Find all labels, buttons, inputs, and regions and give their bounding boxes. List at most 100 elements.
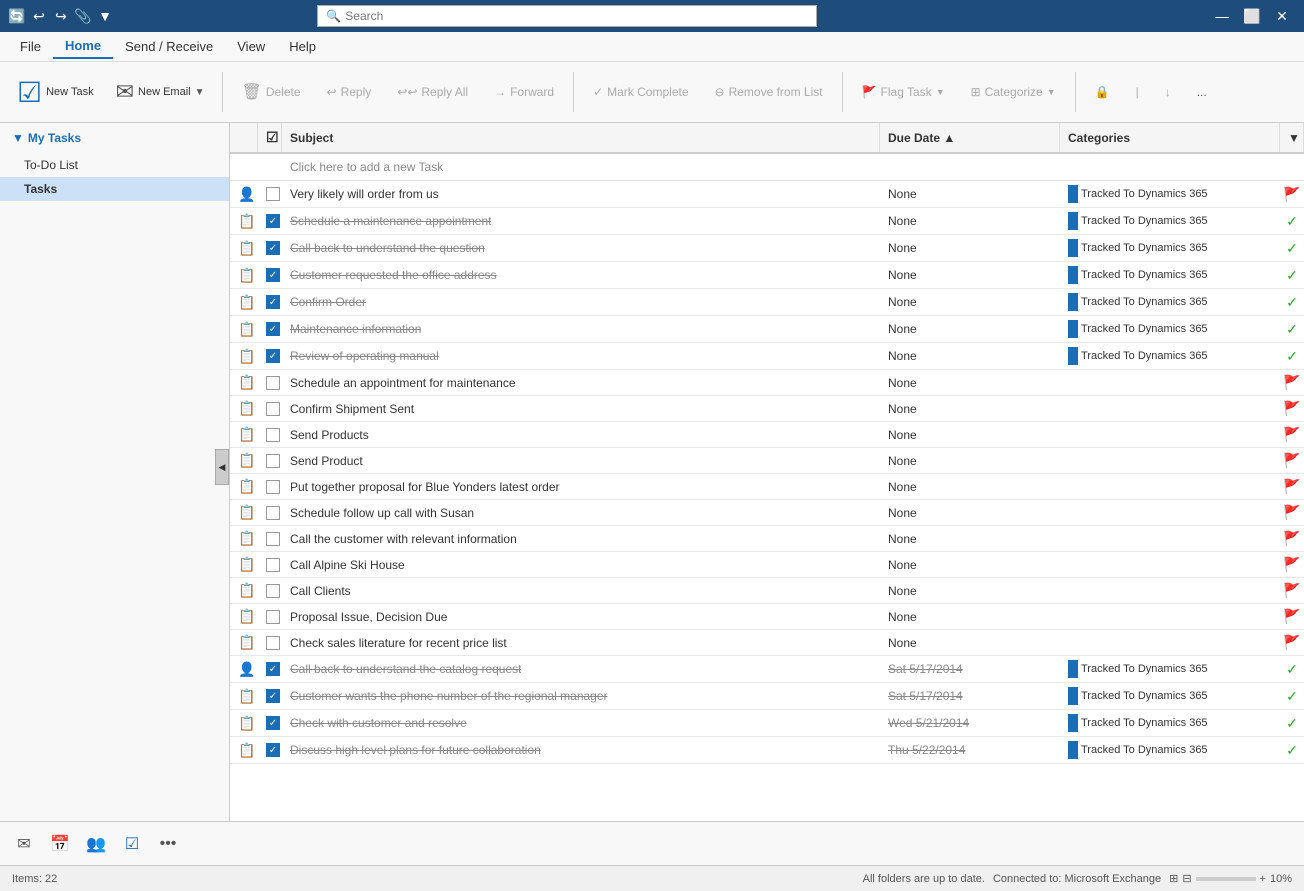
task-checkbox-cell[interactable] [258, 372, 282, 394]
task-row[interactable]: 📋 Proposal Issue, Decision Due None 🚩 [230, 604, 1304, 630]
task-checkbox-cell[interactable] [258, 554, 282, 576]
task-flag-cell[interactable]: 🚩 [1280, 526, 1304, 551]
task-flag-cell[interactable]: ✓ [1280, 738, 1304, 763]
th-subject[interactable]: Subject [282, 123, 880, 152]
task-flag-cell[interactable]: 🚩 [1280, 396, 1304, 421]
task-checkbox-cell[interactable]: ✓ [258, 264, 282, 286]
menu-help[interactable]: Help [277, 35, 328, 58]
task-subject-cell[interactable]: Very likely will order from us [282, 183, 880, 205]
lock-button[interactable]: 🔒 [1084, 78, 1121, 106]
task-subject-cell[interactable]: Call back to understand the question [282, 237, 880, 259]
task-checkbox-cell[interactable] [258, 502, 282, 524]
task-flag-cell[interactable]: ✓ [1280, 684, 1304, 709]
task-checkbox[interactable]: ✓ [266, 322, 280, 336]
new-email-button[interactable]: ✉ New Email ▼ [107, 66, 214, 118]
add-task-row[interactable]: Click here to add a new Task [230, 154, 1304, 181]
th-categories[interactable]: Categories [1060, 123, 1280, 152]
task-row[interactable]: 📋 Check sales literature for recent pric… [230, 630, 1304, 656]
task-checkbox[interactable]: ✓ [266, 689, 280, 703]
new-task-button[interactable]: ☑ New Task [8, 66, 103, 118]
task-checkbox[interactable]: ✓ [266, 662, 280, 676]
task-row[interactable]: 📋 Confirm Shipment Sent None 🚩 [230, 396, 1304, 422]
search-input[interactable] [345, 9, 808, 23]
task-checkbox[interactable] [266, 402, 280, 416]
task-row[interactable]: 👤☑ ✓ Call back to understand the catalog… [230, 656, 1304, 683]
task-checkbox[interactable] [266, 187, 280, 201]
task-row[interactable]: 📋 Call the customer with relevant inform… [230, 526, 1304, 552]
task-row[interactable]: 📋 Send Products None 🚩 [230, 422, 1304, 448]
task-checkbox[interactable] [266, 376, 280, 390]
task-checkbox-cell[interactable]: ✓ [258, 739, 282, 761]
task-checkbox[interactable] [266, 584, 280, 598]
task-checkbox-cell[interactable]: ✓ [258, 658, 282, 680]
flag-red-icon[interactable]: 🚩 [1283, 426, 1300, 443]
task-flag-cell[interactable]: 🚩 [1280, 448, 1304, 473]
task-row[interactable]: 📋 ✓ Review of operating manual None Trac… [230, 343, 1304, 370]
task-checkbox[interactable] [266, 480, 280, 494]
forward-button[interactable]: → Forward [483, 78, 565, 106]
task-checkbox[interactable]: ✓ [266, 241, 280, 255]
task-row[interactable]: 📋 ✓ Maintenance information None Tracked… [230, 316, 1304, 343]
task-checkbox-cell[interactable] [258, 183, 282, 205]
search-box[interactable]: 🔍 [317, 5, 817, 27]
nav-mail-button[interactable]: ✉ [8, 828, 40, 860]
task-checkbox-cell[interactable] [258, 398, 282, 420]
task-flag-cell[interactable]: 🚩 [1280, 182, 1304, 207]
attachment-icon[interactable]: 📎 [74, 7, 92, 25]
task-checkbox-cell[interactable] [258, 450, 282, 472]
down-arrow-button[interactable]: ↓ [1154, 78, 1182, 106]
select-all-checkbox[interactable]: ☑ [266, 129, 279, 146]
zoom-slider[interactable] [1196, 877, 1256, 881]
task-checkbox[interactable] [266, 428, 280, 442]
task-row[interactable]: 📋 ✓ Customer wants the phone number of t… [230, 683, 1304, 710]
task-flag-cell[interactable]: ✓ [1280, 290, 1304, 315]
task-flag-cell[interactable]: ✓ [1280, 344, 1304, 369]
task-row[interactable]: 📋 Schedule follow up call with Susan Non… [230, 500, 1304, 526]
my-tasks-header[interactable]: ▼ My Tasks [0, 123, 229, 153]
nav-calendar-button[interactable]: 📅 [44, 828, 76, 860]
task-checkbox[interactable]: ✓ [266, 214, 280, 228]
flag-red-icon[interactable]: 🚩 [1283, 608, 1300, 625]
close-button[interactable]: ✕ [1268, 5, 1296, 27]
task-subject-cell[interactable]: Call the customer with relevant informat… [282, 528, 880, 550]
task-checkbox[interactable] [266, 610, 280, 624]
task-checkbox-cell[interactable]: ✓ [258, 237, 282, 259]
task-flag-cell[interactable]: 🚩 [1280, 474, 1304, 499]
sidebar-item-todo[interactable]: To-Do List [0, 153, 229, 177]
task-checkbox-cell[interactable] [258, 476, 282, 498]
dropdown-icon[interactable]: ▼ [96, 7, 114, 25]
task-subject-cell[interactable]: Proposal Issue, Decision Due [282, 606, 880, 628]
task-subject-cell[interactable]: Schedule an appointment for maintenance [282, 372, 880, 394]
flag-red-icon[interactable]: 🚩 [1283, 504, 1300, 521]
task-row[interactable]: 📋 Call Clients None 🚩 [230, 578, 1304, 604]
task-checkbox-cell[interactable] [258, 528, 282, 550]
more-options-button[interactable]: ... [1186, 78, 1218, 106]
add-task-prompt[interactable]: Click here to add a new Task [282, 154, 880, 180]
task-checkbox[interactable] [266, 454, 280, 468]
task-checkbox[interactable] [266, 506, 280, 520]
task-flag-cell[interactable]: ✓ [1280, 657, 1304, 682]
menu-home[interactable]: Home [53, 34, 113, 59]
task-subject-cell[interactable]: Check with customer and resolve [282, 712, 880, 734]
flag-red-icon[interactable]: 🚩 [1283, 556, 1300, 573]
mark-complete-button[interactable]: ✓ Mark Complete [582, 78, 699, 106]
task-flag-cell[interactable]: 🚩 [1280, 552, 1304, 577]
restore-button[interactable]: ⬜ [1238, 5, 1266, 27]
task-subject-cell[interactable]: Schedule follow up call with Susan [282, 502, 880, 524]
task-subject-cell[interactable]: Send Products [282, 424, 880, 446]
task-subject-cell[interactable]: Call back to understand the catalog requ… [282, 658, 880, 680]
flag-red-icon[interactable]: 🚩 [1283, 530, 1300, 547]
nav-people-button[interactable]: 👥 [80, 828, 112, 860]
task-subject-cell[interactable]: Put together proposal for Blue Yonders l… [282, 476, 880, 498]
flag-red-icon[interactable]: 🚩 [1283, 186, 1300, 203]
nav-more-button[interactable]: ••• [152, 828, 184, 860]
task-subject-cell[interactable]: Customer requested the office address [282, 264, 880, 286]
task-flag-cell[interactable]: 🚩 [1280, 604, 1304, 629]
task-subject-cell[interactable]: Schedule a maintenance appointment [282, 210, 880, 232]
task-checkbox[interactable] [266, 636, 280, 650]
task-subject-cell[interactable]: Customer wants the phone number of the r… [282, 685, 880, 707]
task-subject-cell[interactable]: Send Product [282, 450, 880, 472]
th-filter[interactable]: ▼ [1280, 123, 1304, 152]
task-subject-cell[interactable]: Confirm Order [282, 291, 880, 313]
menu-file[interactable]: File [8, 35, 53, 58]
